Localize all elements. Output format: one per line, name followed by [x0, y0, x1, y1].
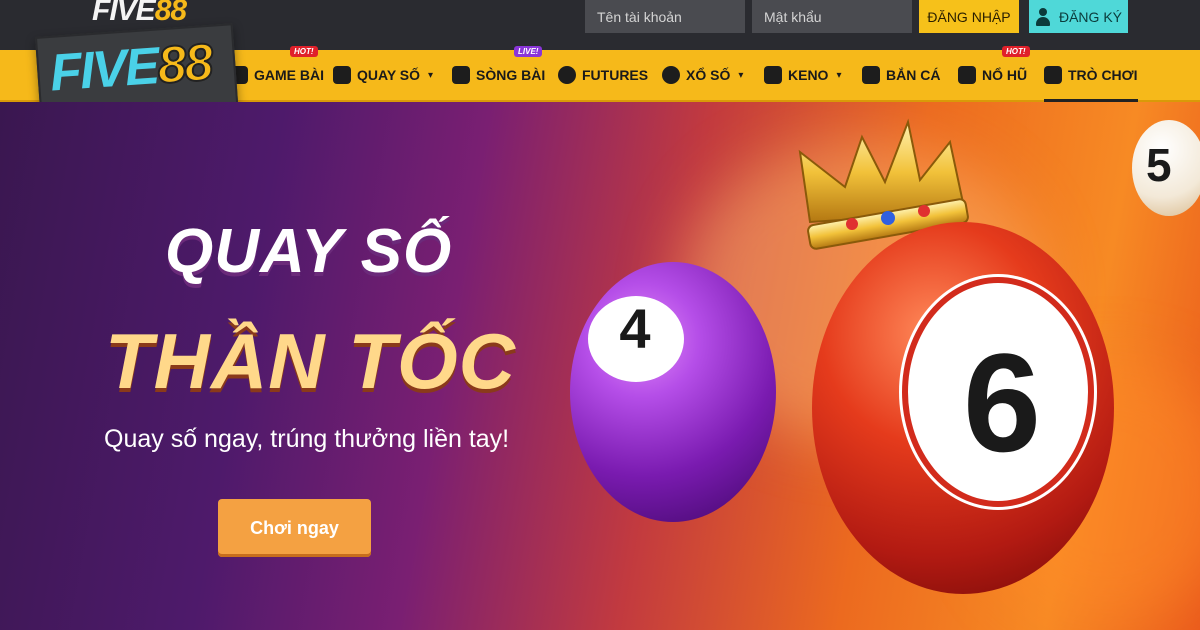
hot-badge: HOT!: [290, 46, 318, 57]
register-button[interactable]: ĐĂNG KÝ: [1029, 0, 1128, 33]
purple-ball: 4: [570, 262, 776, 522]
login-button[interactable]: ĐĂNG NHẬP: [919, 0, 1019, 33]
nav-item-quay-so[interactable]: QUAY SỐ ▾: [333, 50, 433, 100]
nav-label: SÒNG BÀI: [476, 67, 546, 83]
password-input[interactable]: [752, 0, 912, 33]
hero-title-line2: THẦN TỐC: [105, 317, 516, 405]
bitcoin-icon: [558, 66, 576, 84]
small-logo: FIVE88: [92, 0, 187, 28]
nav-item-no-hu[interactable]: NỔ HŨ HOT!: [958, 46, 1030, 100]
nav-label: NỔ HŨ: [982, 67, 1028, 83]
nav-item-ban-ca[interactable]: BẮN CÁ: [862, 50, 940, 100]
nav-item-game-bai[interactable]: GAME BÀI HOT!: [230, 46, 324, 100]
play-now-button[interactable]: Chơi ngay: [218, 499, 371, 557]
red-ball: 6: [812, 222, 1114, 594]
username-input[interactable]: [585, 0, 745, 33]
nav-label: GAME BÀI: [254, 67, 324, 83]
nav-label: BẮN CÁ: [886, 67, 941, 83]
nav-item-futures[interactable]: FUTURES: [558, 50, 648, 100]
small-logo-num: 88: [154, 0, 187, 27]
hot-badge: HOT!: [1002, 46, 1030, 57]
user-icon: [1035, 7, 1051, 27]
ball-number: 4: [619, 297, 651, 360]
nav-item-xo-so[interactable]: XỔ SỐ ▾: [662, 50, 743, 100]
register-label: ĐĂNG KÝ: [1058, 8, 1122, 25]
gamepad-icon: [1044, 66, 1062, 84]
nav-label: FUTURES: [582, 67, 649, 83]
nav-item-song-bai[interactable]: SÒNG BÀI LIVE!: [452, 46, 546, 100]
nav-label: XỔ SỐ: [686, 67, 731, 83]
hero-title-line1: QUAY SỐ: [165, 217, 453, 286]
keno-grid-icon: [764, 66, 782, 84]
site-logo[interactable]: FIVE88: [48, 32, 214, 103]
white-ball: 5: [1132, 120, 1200, 216]
nav-item-keno[interactable]: KENO ▾: [764, 50, 841, 100]
small-logo-five: FIVE: [92, 0, 156, 27]
ball-number: 5: [1146, 139, 1172, 191]
slot-machine-icon: [958, 66, 976, 84]
nav-label: KENO: [788, 67, 829, 83]
nav-item-tro-choi[interactable]: TRÒ CHƠI: [1044, 50, 1138, 102]
fish-icon: [862, 66, 880, 84]
chevron-down-icon: ▾: [428, 69, 434, 81]
dice-icon: [333, 66, 351, 84]
nav-label: QUAY SỐ: [357, 67, 421, 83]
chevron-down-icon: ▾: [836, 69, 842, 81]
logo-five: FIVE: [48, 37, 160, 103]
logo-num: 88: [154, 32, 214, 96]
live-badge: LIVE!: [514, 46, 543, 57]
ball-number: 6: [963, 324, 1041, 481]
lottery-ball-icon: [662, 66, 680, 84]
chevron-down-icon: ▾: [738, 69, 744, 81]
hero-subtitle: Quay số ngay, trúng thưởng liền tay!: [104, 425, 510, 453]
casino-icon: [452, 66, 470, 84]
nav-label: TRÒ CHƠI: [1068, 67, 1138, 83]
